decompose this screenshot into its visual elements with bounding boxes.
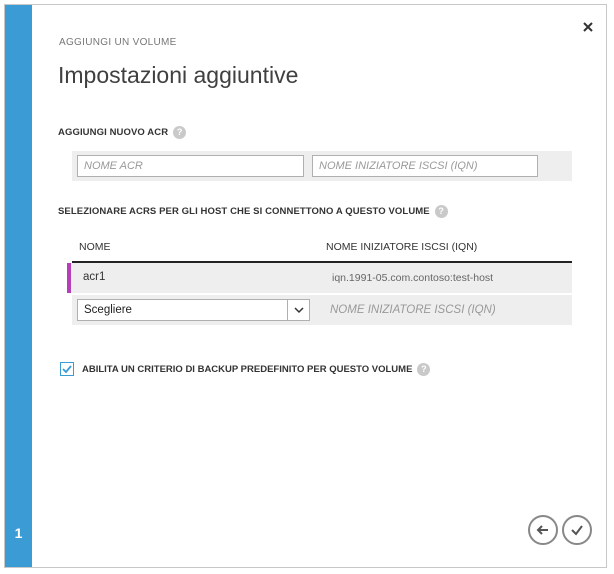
acr-select-value: Scegliere xyxy=(84,304,132,316)
close-icon xyxy=(583,22,593,32)
acr-name-input[interactable] xyxy=(77,155,304,177)
add-volume-dialog: 1 AGGIUNGI UN VOLUME Impostazioni aggiun… xyxy=(4,4,607,568)
step-rail: 1 xyxy=(5,5,32,567)
new-acr-row: Scegliere NOME INIZIATORE ISCSI (IQN) xyxy=(72,295,572,325)
acr-table-header: NOME NOME INIZIATORE ISCSI (IQN) xyxy=(72,235,572,263)
new-row-iqn-placeholder: NOME INIZIATORE ISCSI (IQN) xyxy=(330,304,496,316)
close-button[interactable] xyxy=(580,19,596,35)
back-button[interactable] xyxy=(528,515,558,545)
help-icon[interactable]: ? xyxy=(173,126,187,139)
backup-policy-option: ABILITA UN CRITERIO DI BACKUP PREDEFINIT… xyxy=(60,362,431,376)
select-acrs-label: SELEZIONARE ACRS PER GLI HOST CHE SI CON… xyxy=(58,206,430,217)
acr-iqn-cell: iqn.1991-05.com.contoso:test-host xyxy=(332,272,494,284)
add-acr-section: AGGIUNGI NUOVO ACR ? xyxy=(58,126,187,139)
chevron-down-icon xyxy=(293,307,304,314)
acr-select-dropdown[interactable]: Scegliere xyxy=(77,299,310,321)
add-acr-label: AGGIUNGI NUOVO ACR xyxy=(58,127,169,138)
column-header-iqn: NOME INIZIATORE ISCSI (IQN) xyxy=(326,241,478,253)
dropdown-toggle[interactable] xyxy=(287,300,309,320)
add-acr-form xyxy=(72,151,572,181)
finish-button[interactable] xyxy=(562,515,592,545)
backup-policy-label: ABILITA UN CRITERIO DI BACKUP PREDEFINIT… xyxy=(82,363,413,375)
page-title: Impostazioni aggiuntive xyxy=(58,62,299,88)
column-header-name: NOME xyxy=(79,241,111,253)
acr-name-cell: acr1 xyxy=(83,271,106,283)
breadcrumb: AGGIUNGI UN VOLUME xyxy=(59,37,177,48)
iqn-input[interactable] xyxy=(312,155,538,177)
help-icon[interactable]: ? xyxy=(417,362,431,376)
selected-row-accent xyxy=(67,263,71,293)
help-icon[interactable]: ? xyxy=(434,205,448,218)
checkmark-icon xyxy=(571,525,583,536)
select-acrs-section: SELEZIONARE ACRS PER GLI HOST CHE SI CON… xyxy=(58,205,448,218)
checkmark-icon xyxy=(62,365,72,374)
step-number: 1 xyxy=(14,525,23,541)
table-row[interactable]: acr1 iqn.1991-05.com.contoso:test-host xyxy=(67,263,572,293)
back-arrow-icon xyxy=(536,525,548,535)
backup-policy-checkbox[interactable] xyxy=(60,362,74,376)
